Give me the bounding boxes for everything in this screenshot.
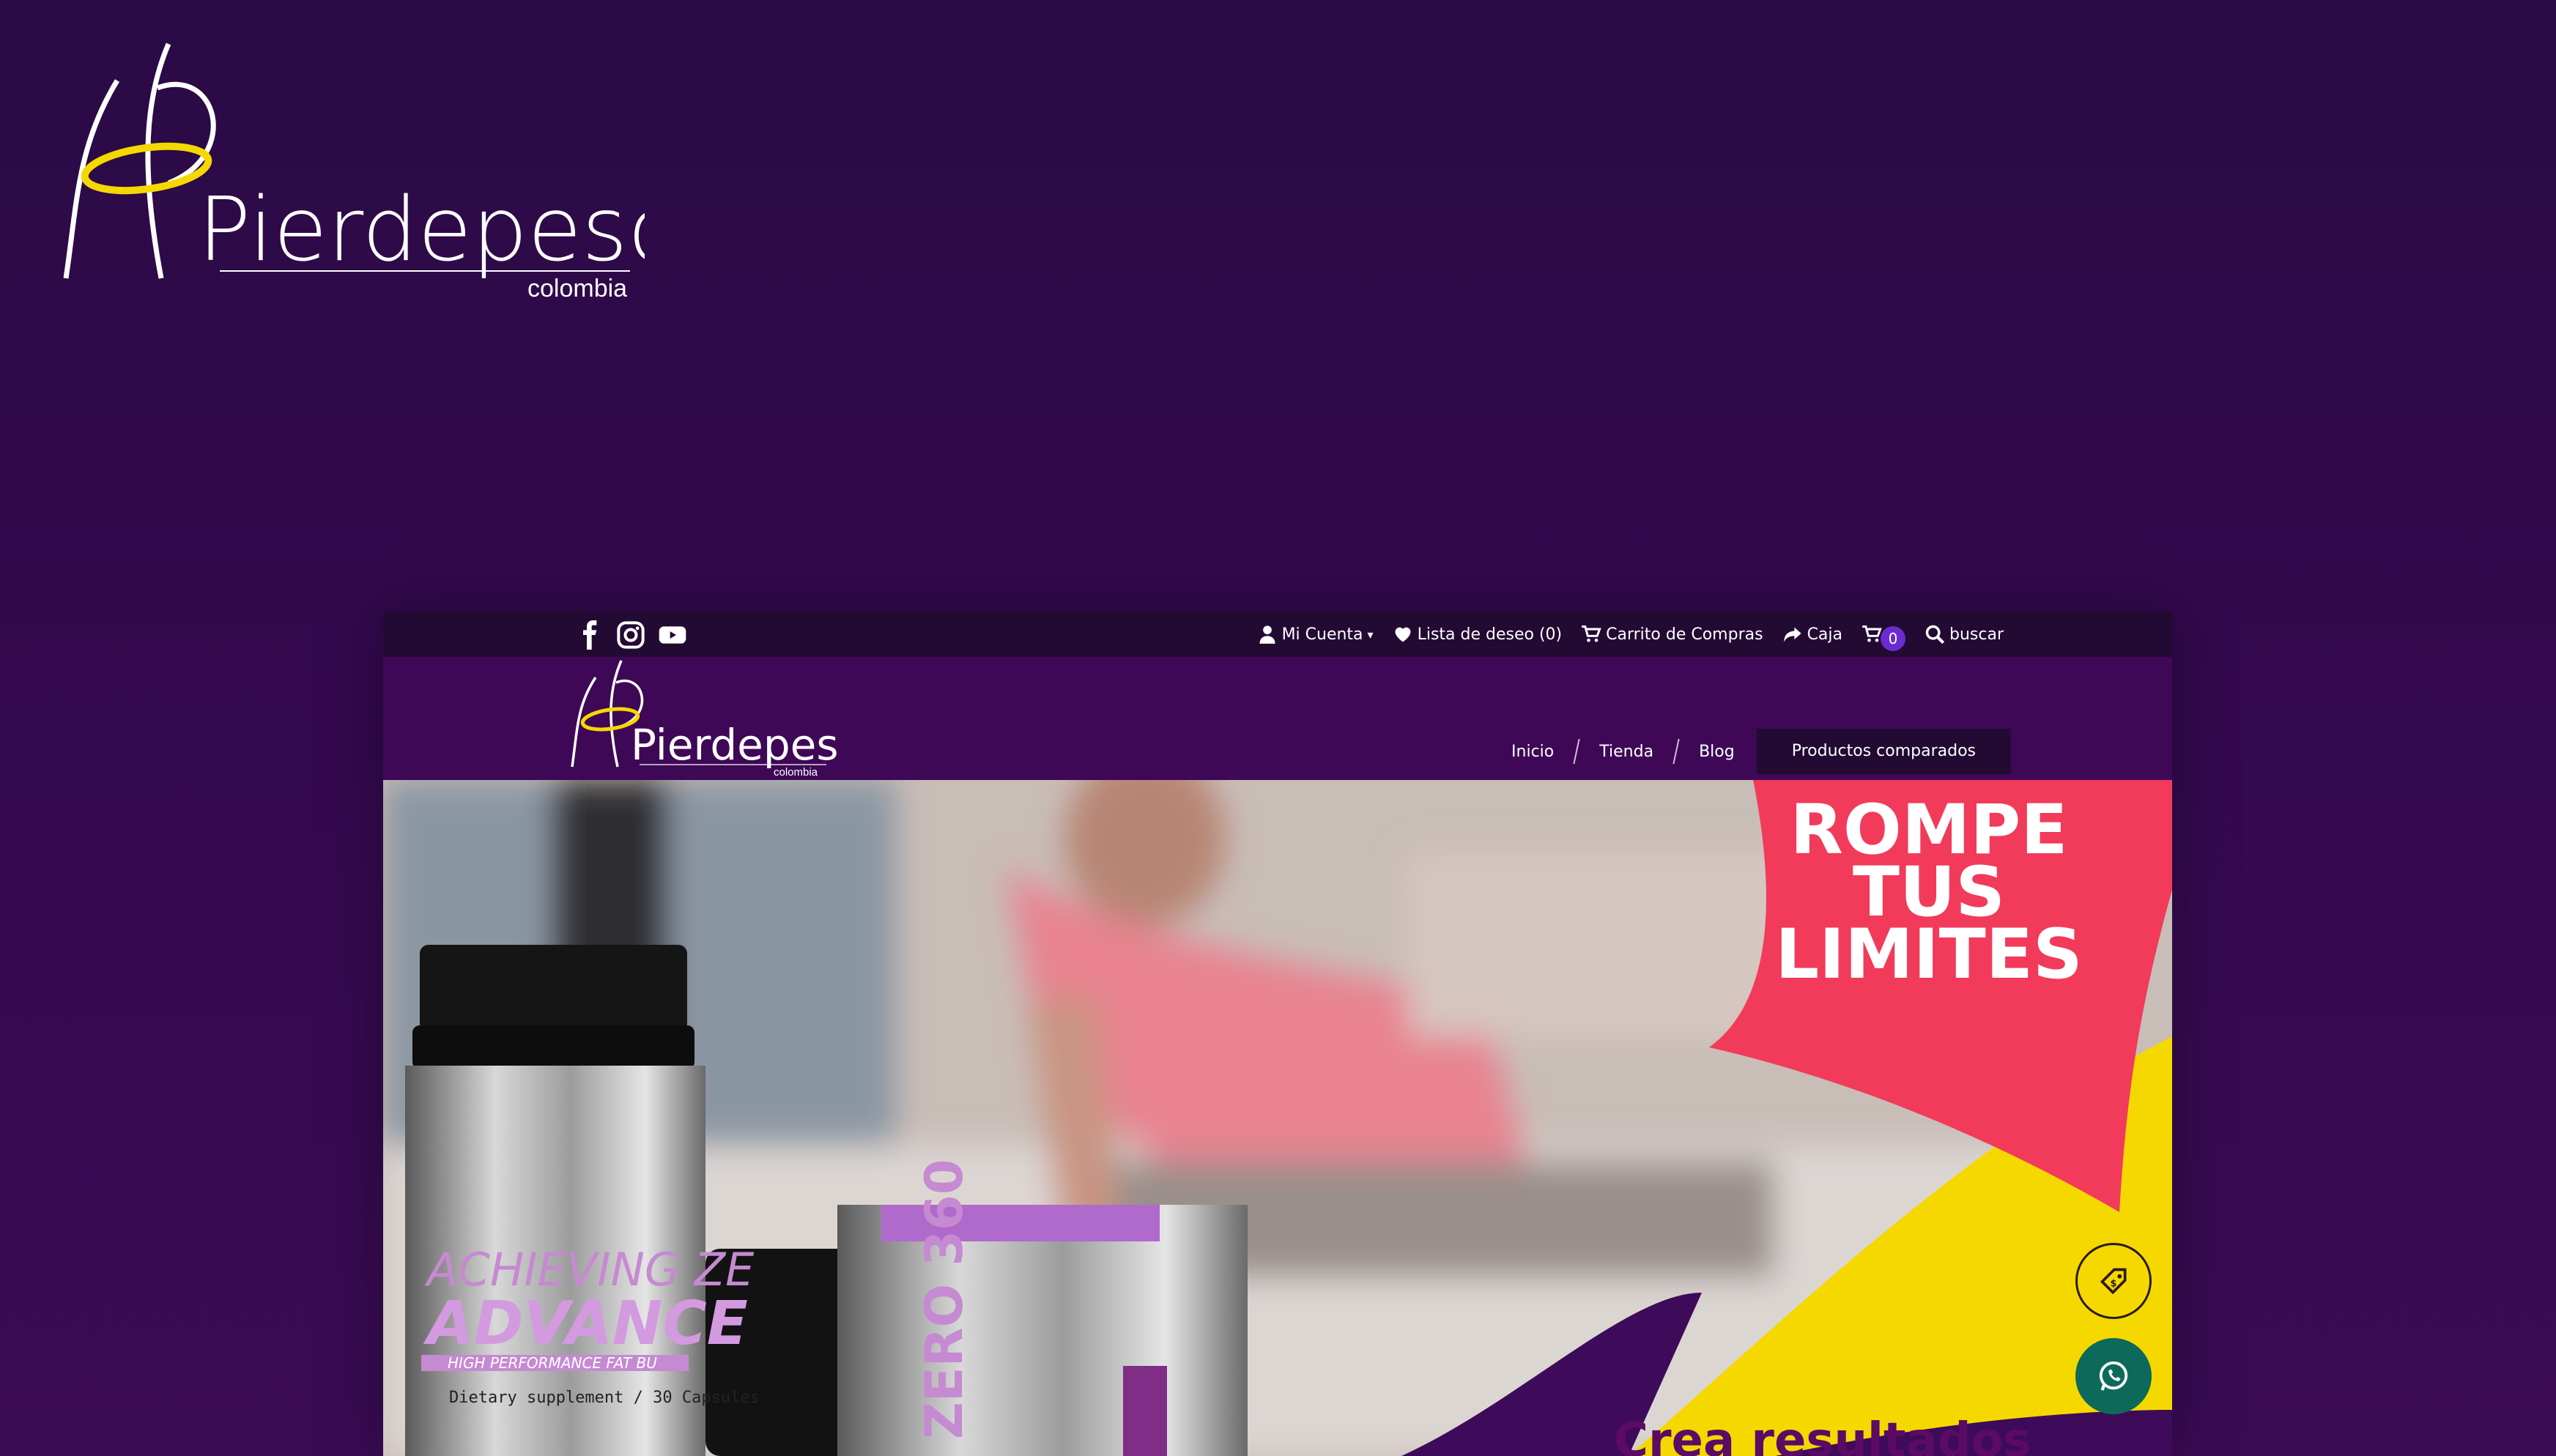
top-links: Mi Cuenta ▾ Lista de deseo (0) Carrito d…	[1257, 612, 2004, 657]
mini-cart-button[interactable]: 0	[1862, 617, 1905, 651]
caret-down-icon: ▾	[1367, 627, 1374, 642]
offers-floating-button[interactable]: $	[2075, 1243, 2152, 1319]
cart-icon	[1862, 625, 1882, 642]
svg-text:$: $	[2111, 1278, 2117, 1289]
brand-logo-text: Pierdepeso	[198, 179, 645, 281]
nav-item-home[interactable]: Inicio	[1489, 743, 1576, 761]
instagram-icon[interactable]	[616, 620, 645, 650]
heart-icon	[1395, 627, 1411, 642]
product1-advance-text: ADVANCE	[423, 1289, 748, 1359]
product2-name-text: ZERO 360	[914, 1159, 974, 1439]
facebook-icon[interactable]	[576, 620, 605, 650]
hero-headline-line3: LIMITES	[1775, 915, 2082, 995]
site-logo[interactable]: Pierdepeso colombia	[566, 657, 837, 780]
product1-band-text: HIGH PERFORMANCE FAT BU	[448, 1354, 657, 1372]
site-logo-subtext: colombia	[774, 766, 818, 779]
shopping-cart-icon	[1582, 625, 1601, 642]
nav-item-shop[interactable]: Tienda	[1577, 743, 1675, 761]
whatsapp-floating-button[interactable]	[2075, 1338, 2152, 1414]
wishlist-link[interactable]: Lista de deseo (0)	[1393, 624, 1563, 645]
hero-subheadline: Crea resultados	[1614, 1414, 2031, 1456]
cart-count-badge: 0	[1881, 626, 1905, 651]
main-navbar: Pierdepeso colombia Inicio Tienda Blog P…	[383, 657, 2172, 780]
account-link[interactable]: Mi Cuenta ▾	[1257, 624, 1374, 645]
search-label: buscar	[1949, 625, 2004, 644]
hero-image: ACHIEVING ZE ADVANCE HIGH PERFORMANCE FA…	[383, 780, 2172, 1456]
hero-banner[interactable]: ACHIEVING ZE ADVANCE HIGH PERFORMANCE FA…	[383, 780, 2172, 1456]
checkout-label: Caja	[1807, 625, 1842, 644]
user-icon	[1259, 625, 1275, 644]
cart-link[interactable]: Carrito de Compras	[1581, 624, 1763, 645]
search-icon	[1925, 625, 1945, 645]
product1-small-text: Dietary supplement / 30 Capsules	[449, 1389, 760, 1407]
nav-item-blog[interactable]: Blog	[1677, 743, 1757, 761]
account-label: Mi Cuenta	[1281, 625, 1363, 644]
share-arrow-icon	[1783, 627, 1801, 642]
cart-label: Carrito de Compras	[1606, 625, 1763, 644]
nav-item-compared-products[interactable]: Productos comparados	[1756, 729, 2011, 774]
price-tag-icon: $	[2100, 1268, 2127, 1295]
brand-logo-subtext: colombia	[527, 275, 627, 302]
whatsapp-icon	[2099, 1361, 2128, 1391]
youtube-icon[interactable]	[658, 620, 687, 650]
site-logo-text: Pierdepeso	[631, 720, 837, 770]
search-link[interactable]: buscar	[1925, 624, 2004, 645]
top-bar: Mi Cuenta ▾ Lista de deseo (0) Carrito d…	[383, 612, 2172, 657]
website-mockup: Mi Cuenta ▾ Lista de deseo (0) Carrito d…	[383, 612, 2172, 1456]
checkout-link[interactable]: Caja	[1782, 624, 1842, 645]
main-menu: Inicio Tienda Blog Productos comparados	[1489, 729, 2011, 774]
brand-logo: Pierdepeso colombia	[63, 42, 645, 302]
wishlist-label: Lista de deseo (0)	[1417, 625, 1563, 644]
